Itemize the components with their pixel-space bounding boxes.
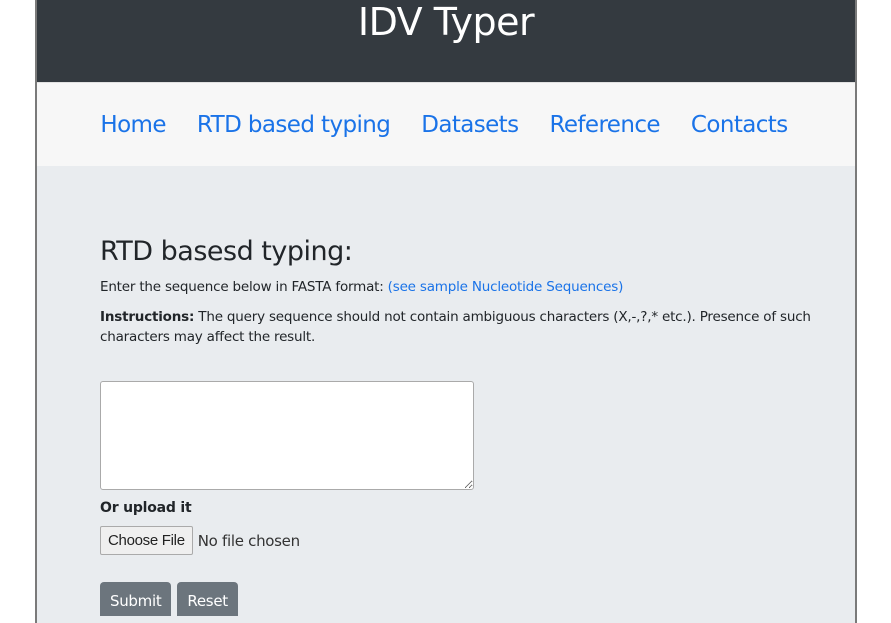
- nav-contacts[interactable]: Contacts: [691, 112, 788, 138]
- main-nav: Home RTD based typing Datasets Reference…: [37, 82, 855, 166]
- instructions-paragraph: Instructions: The query sequence should …: [100, 307, 840, 347]
- file-status: No file chosen: [197, 531, 300, 550]
- reset-button[interactable]: Reset: [177, 582, 238, 616]
- site-title: IDV Typer: [357, 0, 535, 44]
- sample-sequences-link[interactable]: (see sample Nucleotide Sequences): [388, 279, 624, 295]
- choose-file-button[interactable]: Choose File: [100, 526, 193, 555]
- instructions-text: The query sequence should not contain am…: [100, 309, 811, 345]
- submit-button[interactable]: Submit: [100, 582, 172, 616]
- page-heading: RTD basesd typing:: [100, 236, 353, 267]
- intro-text: Enter the sequence below in FASTA format…: [100, 279, 388, 295]
- nav-datasets[interactable]: Datasets: [421, 112, 519, 138]
- nav-rtd-based-typing[interactable]: RTD based typing: [197, 112, 391, 138]
- nav-reference[interactable]: Reference: [550, 112, 661, 138]
- file-upload: Choose File No file chosen: [100, 526, 855, 555]
- nav-home[interactable]: Home: [100, 112, 166, 138]
- intro-paragraph: Enter the sequence below in FASTA format…: [100, 279, 855, 295]
- sequence-input[interactable]: [100, 381, 474, 490]
- form-actions: Submit Reset: [100, 582, 855, 616]
- page-frame: IDV Typer Home RTD based typing Datasets…: [35, 0, 857, 623]
- site-header: IDV Typer: [37, 0, 855, 82]
- upload-label: Or upload it: [100, 500, 192, 516]
- main-content: RTD basesd typing: Enter the sequence be…: [37, 166, 855, 616]
- instructions-label: Instructions:: [100, 309, 195, 325]
